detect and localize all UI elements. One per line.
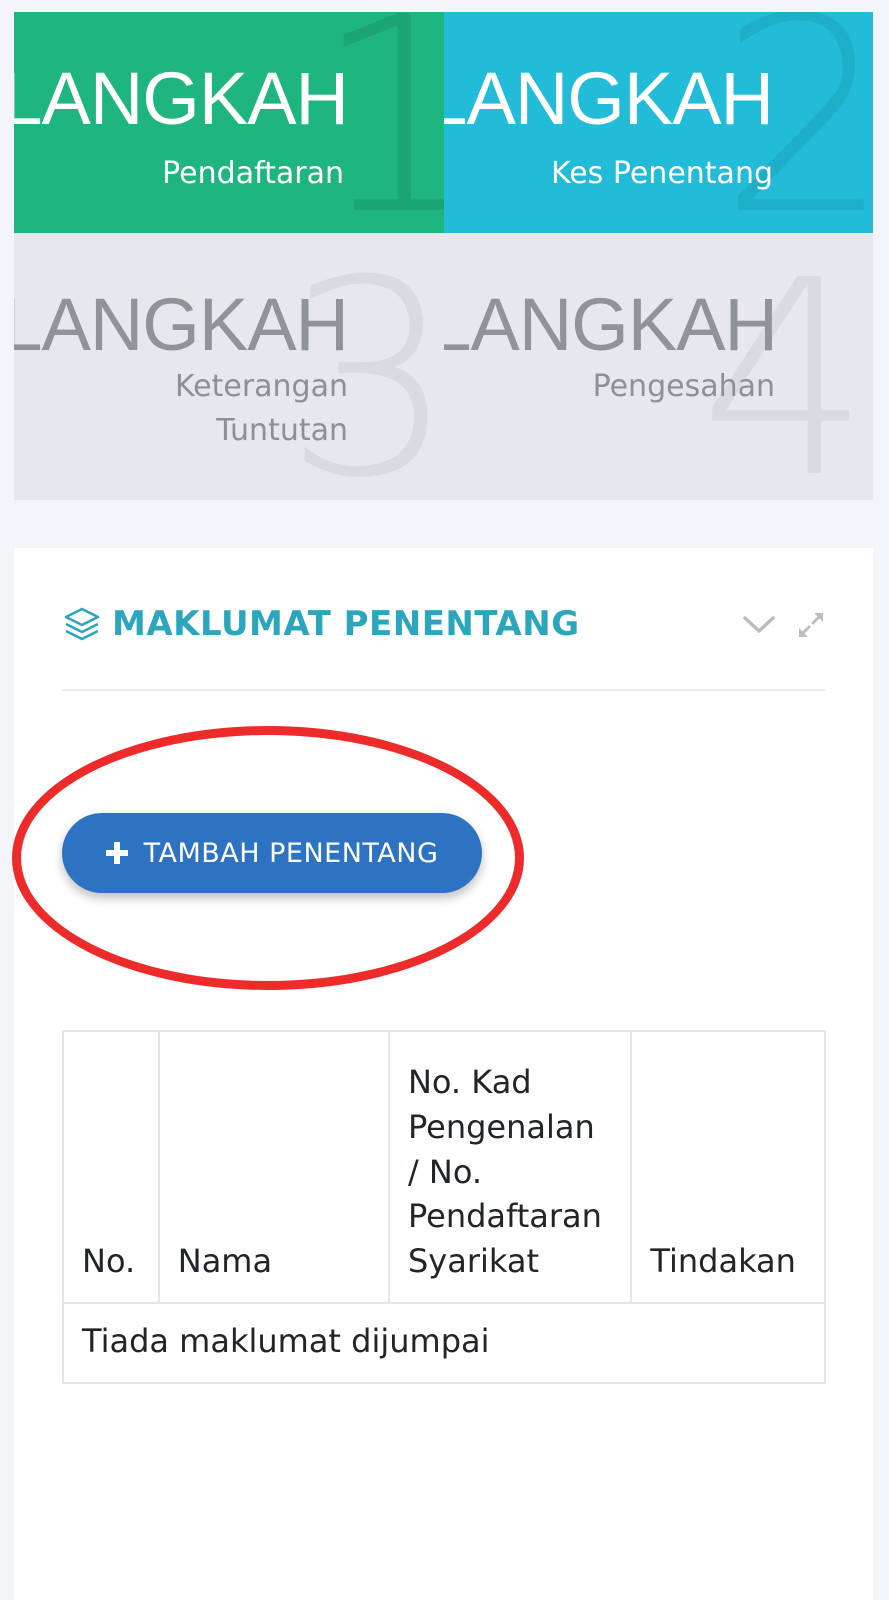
col-header-kad-pengenalan: No. Kad Pengenalan / No. Pendaftaran Sya… — [387, 1030, 633, 1304]
tambah-penentang-label: TAMBAH PENENTANG — [143, 837, 439, 869]
plus-icon — [105, 842, 128, 864]
step-3-word: LANGKAH — [14, 283, 349, 366]
expand-icon[interactable] — [796, 610, 826, 640]
step-1-word: LANGKAH — [14, 57, 349, 140]
panel-title: MAKLUMAT PENENTANG — [112, 604, 580, 644]
step-1[interactable]: 1 LANGKAH Pendaftaran — [14, 12, 444, 233]
layers-icon — [64, 607, 100, 641]
step-3-label-line2: Tuntutan — [216, 412, 348, 448]
step-wizard: 1 LANGKAH Pendaftaran 2 LANGKAH Kes Pene… — [14, 12, 873, 500]
panel-header: MAKLUMAT PENENTANG — [62, 548, 825, 691]
step-3[interactable]: 3 LANGKAH Keterangan Tuntutan — [14, 233, 444, 500]
step-3-label: Keterangan Tuntutan — [18, 365, 348, 452]
step-4-word: LANGKAH — [444, 283, 778, 366]
step-3-label-line1: Keterangan — [174, 369, 348, 404]
panel-title-group: MAKLUMAT PENENTANG — [62, 604, 580, 644]
penentang-table: No. Nama No. Kad Pengenalan / No. Pendaf… — [62, 1030, 826, 1384]
col-header-tindakan: Tindakan — [630, 1030, 826, 1304]
step-2[interactable]: 2 LANGKAH Kes Penentang — [444, 12, 873, 233]
col-header-nama: Nama — [157, 1030, 390, 1304]
col-header-no: No. — [62, 1030, 160, 1304]
empty-message: Tiada maklumat dijumpai — [62, 1302, 826, 1384]
chevron-down-icon[interactable] — [742, 614, 776, 636]
step-4-label: Pengesahan — [592, 369, 775, 404]
step-1-label: Pendaftaran — [162, 156, 344, 191]
step-2-label: Kes Penentang — [551, 156, 773, 191]
tambah-penentang-button[interactable]: TAMBAH PENENTANG — [62, 813, 482, 893]
step-2-word: LANGKAH — [444, 57, 774, 140]
table-row: Tiada maklumat dijumpai — [62, 1302, 826, 1384]
table-header-row: No. Nama No. Kad Pengenalan / No. Pendaf… — [62, 1030, 826, 1304]
step-4[interactable]: 4 LANGKAH Pengesahan — [444, 233, 873, 500]
